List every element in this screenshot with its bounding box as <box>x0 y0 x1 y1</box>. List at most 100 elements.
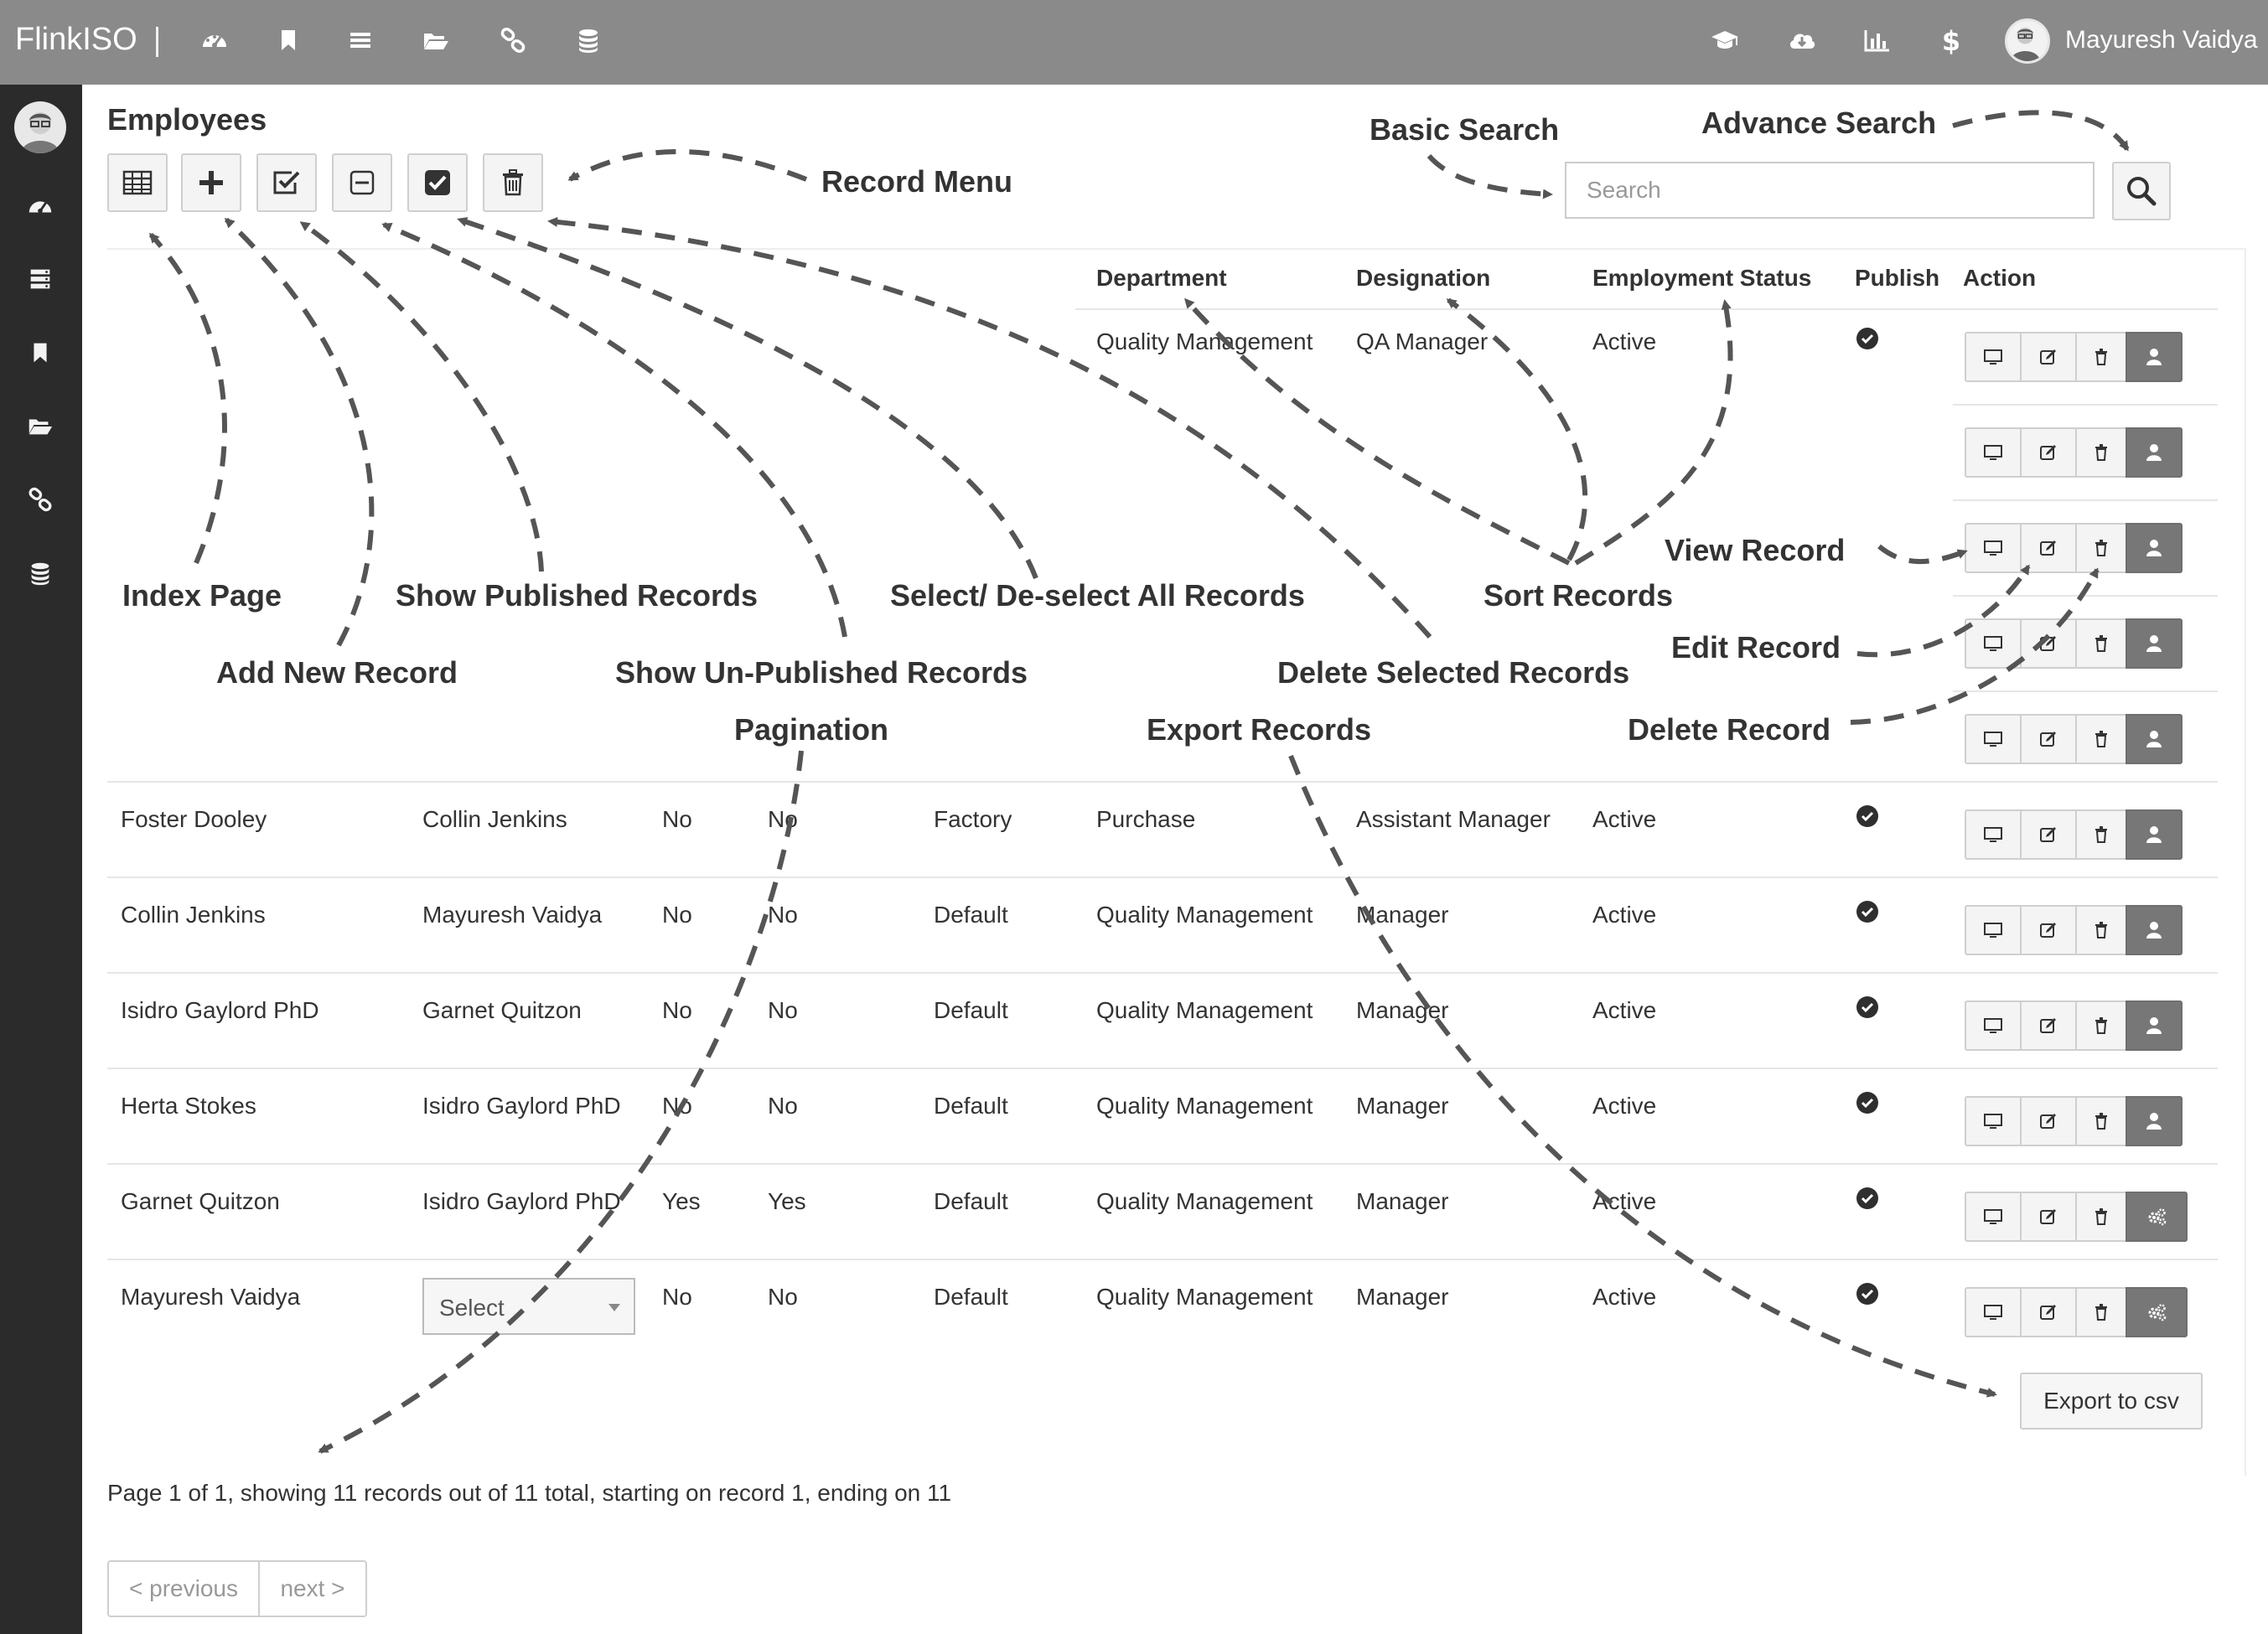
view-record-button[interactable] <box>1965 714 2022 764</box>
delete-record-button[interactable] <box>2075 332 2127 382</box>
edit-record-button[interactable] <box>2020 427 2077 478</box>
add-new-record-button[interactable] <box>181 153 241 212</box>
delete-record-button[interactable] <box>2075 1287 2127 1337</box>
edit-record-button[interactable] <box>2020 1096 2077 1146</box>
bar-chart-icon[interactable] <box>1862 25 1893 55</box>
index-page-button[interactable] <box>107 153 168 212</box>
link-icon[interactable] <box>498 25 528 55</box>
user-profile-button[interactable] <box>2126 1001 2183 1051</box>
cell-flag-1: No <box>662 1093 692 1119</box>
record-action-group <box>1965 1192 2188 1242</box>
cell-flag-2: No <box>768 806 798 832</box>
show-unpublished-button[interactable] <box>332 153 392 212</box>
view-record-button[interactable] <box>1965 332 2022 382</box>
user-profile-button[interactable] <box>2126 332 2183 382</box>
edit-record-button[interactable] <box>2020 523 2077 573</box>
cell-name: Foster Dooley <box>121 806 267 832</box>
view-record-button[interactable] <box>1965 427 2022 478</box>
user-profile-button[interactable] <box>2126 523 2183 573</box>
view-record-button[interactable] <box>1965 809 2022 860</box>
bookmark-icon[interactable] <box>26 339 54 367</box>
delete-record-button[interactable] <box>2075 905 2127 955</box>
header-designation[interactable]: Designation <box>1356 265 1490 292</box>
user-profile-button[interactable] <box>2126 714 2183 764</box>
record-action-group <box>1965 523 2183 573</box>
view-record-button[interactable] <box>1965 523 2022 573</box>
brand-logo[interactable]: FlinkISO <box>15 22 137 58</box>
user-profile-button[interactable] <box>2126 905 2183 955</box>
cloud-download-icon[interactable] <box>1787 25 1817 55</box>
edit-record-button[interactable] <box>2020 905 2077 955</box>
cell-branch: Default <box>934 902 1008 928</box>
user-icon <box>2146 922 2162 939</box>
cell-reports-to: Collin Jenkins <box>422 806 567 832</box>
delete-record-button[interactable] <box>2075 427 2127 478</box>
view-record-button[interactable] <box>1965 618 2022 669</box>
record-action-group <box>1965 427 2183 478</box>
edit-icon <box>2040 445 2056 460</box>
delete-record-button[interactable] <box>2075 1001 2127 1051</box>
delete-record-button[interactable] <box>2075 1096 2127 1146</box>
chevron-down-icon <box>608 1304 620 1311</box>
header-department[interactable]: Department <box>1096 265 1227 292</box>
folder-open-icon[interactable] <box>421 25 451 55</box>
cell-department: Quality Management <box>1096 902 1313 928</box>
cell-branch: Default <box>934 997 1008 1023</box>
list-icon[interactable] <box>345 25 375 55</box>
delete-record-button[interactable] <box>2075 618 2127 669</box>
edit-record-button[interactable] <box>2020 1287 2077 1337</box>
view-record-button[interactable] <box>1965 1096 2022 1146</box>
sidebar <box>0 85 82 1634</box>
dashboard-icon[interactable] <box>199 25 230 55</box>
table-row-divider <box>107 781 2218 783</box>
next-page-button[interactable]: next > <box>258 1560 367 1617</box>
bookmark-icon[interactable] <box>273 25 303 55</box>
header-employment-status[interactable]: Employment Status <box>1592 265 1811 292</box>
edit-record-button[interactable] <box>2020 332 2077 382</box>
database-icon[interactable] <box>26 559 54 587</box>
folder-open-icon[interactable] <box>26 411 54 440</box>
user-profile-button[interactable] <box>2126 1096 2183 1146</box>
user-profile-button[interactable] <box>2126 618 2183 669</box>
edit-record-button[interactable] <box>2020 1001 2077 1051</box>
settings-button[interactable] <box>2126 1192 2188 1242</box>
delete-record-button[interactable] <box>2075 809 2127 860</box>
settings-button[interactable] <box>2126 1287 2188 1337</box>
edit-record-button[interactable] <box>2020 714 2077 764</box>
dashboard-icon[interactable] <box>26 192 54 220</box>
graduation-cap-icon[interactable] <box>1710 25 1740 55</box>
reports-to-select[interactable]: Select <box>422 1278 635 1335</box>
edit-record-button[interactable] <box>2020 809 2077 860</box>
edit-record-button[interactable] <box>2020 618 2077 669</box>
delete-record-button[interactable] <box>2075 523 2127 573</box>
sidebar-avatar[interactable] <box>14 101 66 153</box>
view-record-button[interactable] <box>1965 1287 2022 1337</box>
server-icon[interactable] <box>26 265 54 293</box>
view-record-button[interactable] <box>1965 1192 2022 1242</box>
delete-record-button[interactable] <box>2075 1192 2127 1242</box>
export-csv-button[interactable]: Export to csv <box>2020 1373 2203 1430</box>
previous-page-button[interactable]: < previous <box>107 1560 260 1617</box>
delete-record-button[interactable] <box>2075 714 2127 764</box>
link-icon[interactable] <box>26 485 54 514</box>
user-profile-button[interactable] <box>2126 809 2183 860</box>
show-published-button[interactable] <box>256 153 317 212</box>
view-record-button[interactable] <box>1965 1001 2022 1051</box>
edit-record-button[interactable] <box>2020 1192 2077 1242</box>
search-input[interactable] <box>1565 162 2095 219</box>
dollar-icon[interactable]: $ <box>1936 25 1966 57</box>
view-record-button[interactable] <box>1965 905 2022 955</box>
user-name[interactable]: Mayuresh Vaidya <box>2065 26 2258 54</box>
cell-flag-2: No <box>768 902 798 928</box>
header-publish[interactable]: Publish <box>1855 265 1939 292</box>
cell-status: Active <box>1592 1093 1657 1119</box>
user-avatar[interactable] <box>2005 18 2050 64</box>
select-all-button[interactable] <box>407 153 468 212</box>
delete-selected-button[interactable] <box>483 153 543 212</box>
table-row-divider <box>107 972 2218 974</box>
advance-search-button[interactable] <box>2112 162 2171 220</box>
user-profile-button[interactable] <box>2126 427 2183 478</box>
monitor-icon <box>1984 349 2002 365</box>
cell-department: Quality Management <box>1096 1188 1313 1214</box>
database-icon[interactable] <box>573 25 603 55</box>
